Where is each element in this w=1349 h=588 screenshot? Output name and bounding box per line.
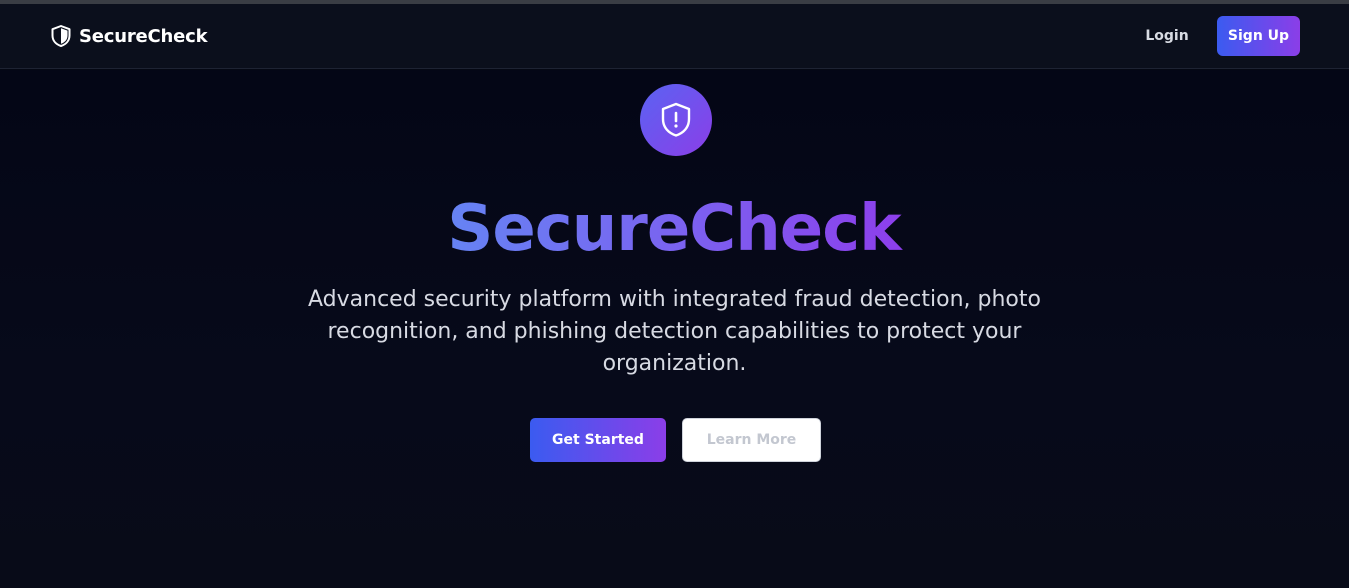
hero-subtitle: Advanced security platform with integrat… [308, 287, 1041, 376]
signup-button[interactable]: Sign Up [1217, 16, 1300, 56]
learn-more-button[interactable]: Learn More [682, 418, 821, 462]
shield-alert-icon [659, 102, 693, 138]
shield-icon [51, 25, 71, 47]
hero-icon-badge [640, 84, 712, 156]
login-link[interactable]: Login [1137, 23, 1197, 49]
hero-section: SecureCheck Advanced security platform w… [0, 70, 1349, 588]
brand-logo-link[interactable]: SecureCheck [51, 23, 208, 49]
navbar: SecureCheck Login Sign Up [0, 4, 1349, 69]
brand-name: SecureCheck [79, 25, 208, 47]
get-started-button[interactable]: Get Started [530, 418, 666, 462]
hero-title: SecureCheck [374, 184, 974, 274]
